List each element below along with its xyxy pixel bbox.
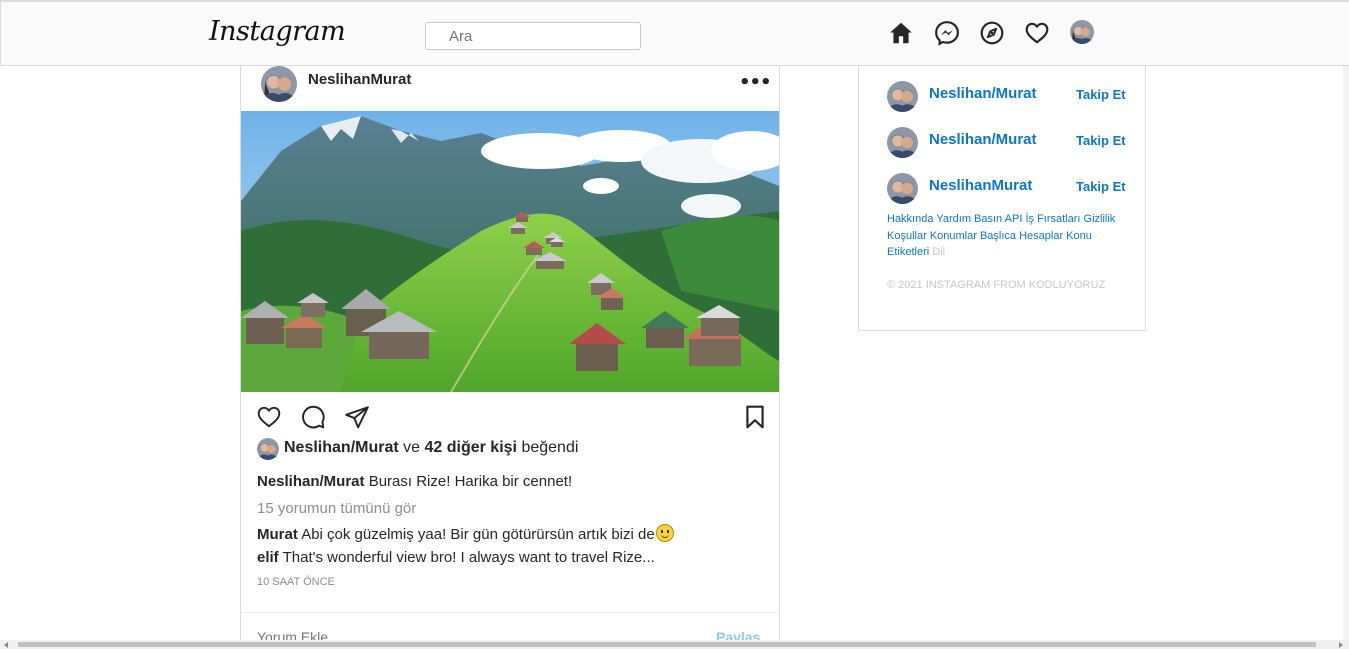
footer-links: Hakkında Yardım Basın API İş Fırsatları … <box>887 211 1127 261</box>
footer-link-privacy[interactable]: Gizlilik <box>1084 213 1116 225</box>
caption-username[interactable]: Neslihan/Murat <box>257 473 365 490</box>
like-heart-icon[interactable] <box>256 404 282 430</box>
more-options-icon[interactable]: ••• <box>739 72 772 93</box>
comment-item: elif That's wonderful view bro! I always… <box>257 549 655 566</box>
couple-avatar-icon <box>261 66 297 102</box>
follow-button[interactable]: Takip Et <box>1076 87 1126 102</box>
view-all-comments-link[interactable]: 15 yorumun tümünü gör <box>257 500 416 517</box>
post-card: NeslihanMurat ••• Neslihan/Murat ve 42 d… <box>240 45 780 649</box>
messenger-icon[interactable] <box>934 20 960 46</box>
heart-icon[interactable] <box>1024 20 1050 46</box>
suggestions-panel: Neslihan/Murat Takip Et Neslihan/Murat T… <box>858 45 1146 331</box>
suggestion-username[interactable]: Neslihan/Murat <box>929 85 1037 102</box>
couple-avatar-icon <box>887 173 918 204</box>
profile-avatar[interactable] <box>1070 20 1094 44</box>
suggestion-item: Neslihan/Murat Takip Et <box>887 127 1137 159</box>
follow-button[interactable]: Takip Et <box>1076 133 1126 148</box>
footer-link-top-accounts[interactable]: Başlıca Hesaplar <box>980 230 1063 242</box>
likes-others-count[interactable]: 42 diğer kişi <box>425 439 518 456</box>
comment-item: Murat Abi çok güzelmiş yaa! Bir gün götü… <box>257 524 674 543</box>
footer-link-locations[interactable]: Konumlar <box>930 230 977 242</box>
suggestion-item: NeslihanMurat Takip Et <box>887 173 1137 205</box>
scrollbar-thumb[interactable] <box>18 642 1316 647</box>
search-input[interactable] <box>425 22 641 50</box>
suggestion-avatar[interactable] <box>887 81 918 112</box>
couple-avatar-icon <box>887 81 918 112</box>
home-icon[interactable] <box>888 20 914 46</box>
share-paper-plane-icon[interactable] <box>344 404 370 430</box>
liker-avatar[interactable] <box>257 438 279 460</box>
likes-text: Neslihan/Murat ve 42 diğer kişi beğendi <box>284 439 578 457</box>
footer-link-help[interactable]: Yardım <box>936 213 971 225</box>
suggestion-avatar[interactable] <box>887 127 918 158</box>
scroll-right-arrow-icon[interactable] <box>1339 642 1343 648</box>
horizontal-scrollbar[interactable] <box>0 640 1349 649</box>
follow-button[interactable]: Takip Et <box>1076 179 1126 194</box>
footer-link-api[interactable]: API <box>1005 213 1023 225</box>
couple-avatar-icon <box>257 438 279 460</box>
caption-text: Burası Rize! Harika bir cennet! <box>368 473 573 490</box>
footer-link-language[interactable]: Dil <box>932 246 945 258</box>
footer-link-jobs[interactable]: İş Fırsatları <box>1025 213 1080 225</box>
suggestion-avatar[interactable] <box>887 173 918 204</box>
suggestion-username[interactable]: NeslihanMurat <box>929 177 1032 194</box>
likes-suffix: beğendi <box>521 439 579 456</box>
footer-link-terms[interactable]: Koşullar <box>887 230 927 242</box>
scroll-left-arrow-icon[interactable] <box>4 642 8 648</box>
comment-username[interactable]: elif <box>257 549 279 566</box>
explore-compass-icon[interactable] <box>979 20 1005 46</box>
comment-text: That's wonderful view bro! I always want… <box>282 549 655 566</box>
suggestion-item: Neslihan/Murat Takip Et <box>887 81 1137 113</box>
page: Instagram Ara NeslihanMurat ••• Neslihan… <box>0 0 1349 649</box>
comment-text: Abi çok güzelmiş yaa! Bir gün götürürsün… <box>301 526 655 543</box>
comment-bubble-icon[interactable] <box>300 404 326 430</box>
suggestion-username[interactable]: Neslihan/Murat <box>929 131 1037 148</box>
vertical-scrollbar[interactable] <box>1343 66 1349 640</box>
footer-link-about[interactable]: Hakkında <box>887 213 933 225</box>
liker-username[interactable]: Neslihan/Murat <box>284 439 399 456</box>
top-nav-bar: Instagram <box>0 0 1349 66</box>
post-author-avatar[interactable] <box>261 66 297 102</box>
couple-avatar-icon <box>1070 20 1094 44</box>
couple-avatar-icon <box>887 127 918 158</box>
post-author-username[interactable]: NeslihanMurat <box>308 71 411 88</box>
footer-link-press[interactable]: Basın <box>974 213 1002 225</box>
likes-connector: ve <box>403 439 421 456</box>
post-timestamp: 10 SAAT ÖNCE <box>257 576 335 588</box>
comment-username[interactable]: Murat <box>257 526 298 543</box>
post-actions-bar <box>241 402 779 432</box>
copyright-text: © 2021 INSTAGRAM FROM KODLUYORUZ <box>887 279 1106 291</box>
smiley-emoji-icon <box>655 524 674 542</box>
instagram-logo[interactable]: Instagram <box>209 16 346 47</box>
post-image[interactable] <box>241 111 779 392</box>
save-bookmark-icon[interactable] <box>742 404 768 430</box>
post-caption: Neslihan/Murat Burası Rize! Harika bir c… <box>257 473 572 490</box>
